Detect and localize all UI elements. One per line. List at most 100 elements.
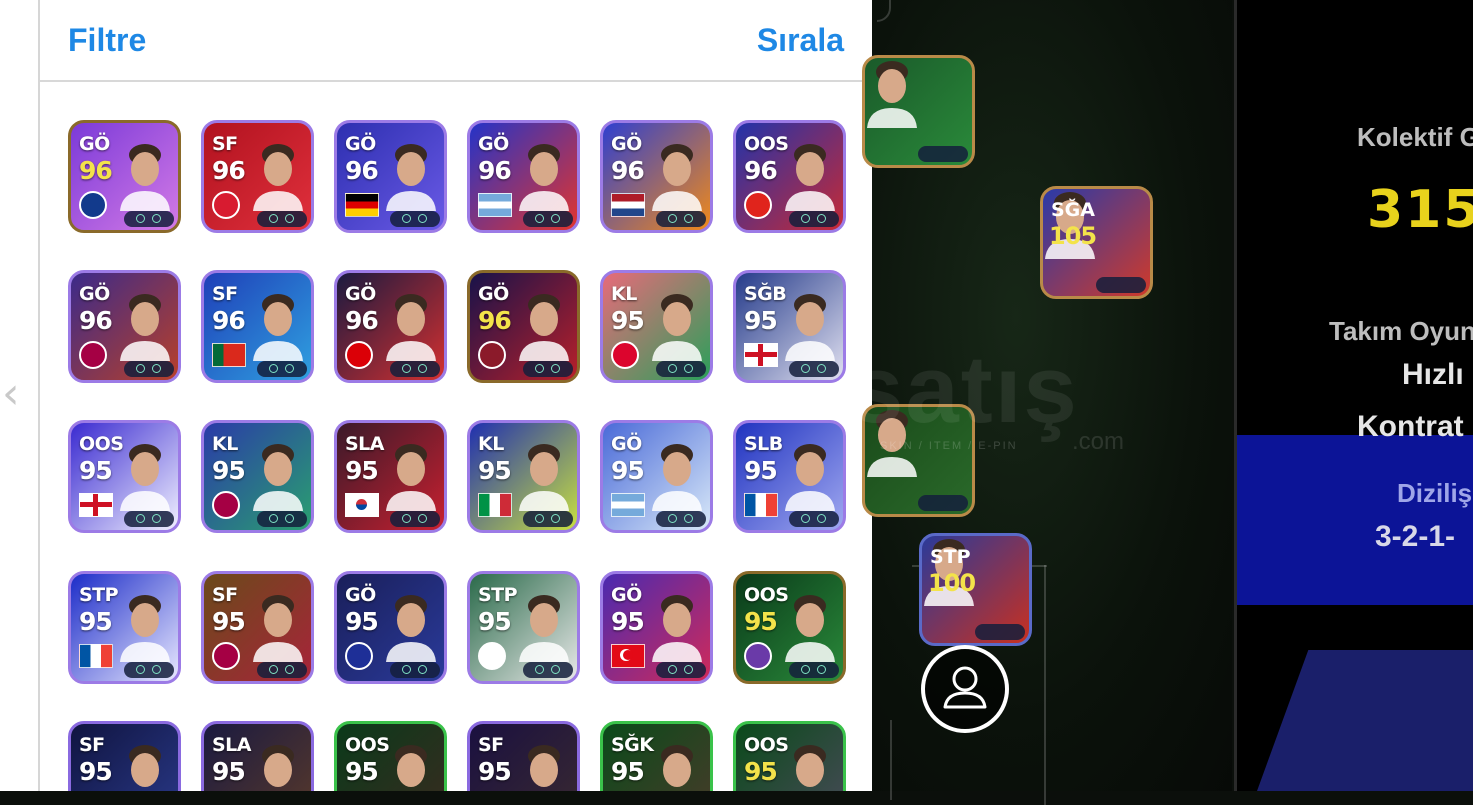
skill-tray (523, 211, 573, 227)
skill-tray (124, 211, 174, 227)
player-position: SF (212, 584, 238, 606)
player-card[interactable]: STP 95 (467, 571, 580, 684)
skill-dot-icon (801, 364, 810, 373)
watermark-subtitle: SKIN / ITEM / E-PIN (880, 440, 1018, 452)
player-card[interactable]: GÖ 96 (467, 120, 580, 233)
pitch-player-card[interactable] (862, 55, 975, 168)
sort-button[interactable]: Sırala (757, 22, 844, 59)
collective-value: 3154 (1367, 180, 1473, 240)
player-card[interactable]: OOS 95 (733, 721, 846, 791)
player-rating: 95 (79, 456, 113, 485)
player-rating: 96 (212, 306, 246, 335)
nation-flag-icon (79, 644, 113, 668)
pitch-player-card[interactable]: STP 100 (919, 533, 1032, 646)
club-badge-icon (212, 491, 240, 519)
back-arrow-icon[interactable]: ‹ (2, 372, 20, 416)
player-card[interactable]: KL 95 (467, 420, 580, 533)
player-card[interactable]: SLB 95 (733, 420, 846, 533)
skill-dot-icon (402, 514, 411, 523)
player-rating: 95 (478, 456, 512, 485)
skill-dot-icon (136, 514, 145, 523)
player-card[interactable]: GÖ 95 (600, 571, 713, 684)
player-position: GÖ (345, 133, 376, 155)
player-card[interactable]: SĞB 95 (733, 270, 846, 383)
skill-tray (124, 662, 174, 678)
player-portrait (652, 144, 702, 211)
skill-tray (257, 361, 307, 377)
skill-tray (656, 662, 706, 678)
player-card[interactable]: GÖ 96 (467, 270, 580, 383)
skill-tray (124, 361, 174, 377)
team-play-value: Hızlı (1402, 358, 1464, 391)
player-card[interactable]: SF 96 (201, 270, 314, 383)
player-card[interactable]: GÖ 96 (334, 270, 447, 383)
team-play-label: Takım Oyun (1329, 316, 1473, 346)
skill-dot-icon (551, 214, 560, 223)
skill-dot-icon (817, 364, 826, 373)
player-card[interactable]: SF 96 (201, 120, 314, 233)
skill-dot-icon (668, 364, 677, 373)
player-card[interactable]: STP 95 (68, 571, 181, 684)
player-card[interactable]: SĞK 95 (600, 721, 713, 791)
player-rating: 95 (212, 607, 246, 636)
pitch-player-card[interactable]: SĞA 105 (1040, 186, 1153, 299)
player-portrait (785, 294, 835, 361)
player-card[interactable]: GÖ 95 (600, 420, 713, 533)
skill-dot-icon (551, 665, 560, 674)
player-rating: 95 (79, 607, 113, 636)
player-card[interactable]: SF 95 (201, 571, 314, 684)
player-position: STP (930, 546, 971, 568)
skill-tray (918, 495, 968, 511)
player-position: GÖ (478, 133, 509, 155)
nation-flag-icon (478, 493, 512, 517)
player-card[interactable]: OOS 95 (334, 721, 447, 791)
skill-dot-icon (269, 514, 278, 523)
player-card[interactable]: SLA 95 (334, 420, 447, 533)
nation-flag-icon (212, 343, 246, 367)
player-position: SF (478, 734, 504, 756)
club-badge-icon (744, 642, 772, 670)
skill-tray (523, 662, 573, 678)
player-rating: 95 (478, 757, 512, 786)
nation-flag-icon (744, 343, 778, 367)
skill-dot-icon (402, 364, 411, 373)
player-portrait (652, 595, 702, 662)
skill-dot-icon (136, 665, 145, 674)
club-badge-icon (478, 341, 506, 369)
player-position: SLB (744, 433, 783, 455)
player-select-panel: Filtre Sırala GÖ 96 SF 96 GÖ 96 GÖ 96 GÖ 96 OOS 96 G… (38, 0, 872, 791)
skill-dot-icon (684, 514, 693, 523)
skill-dot-icon (535, 514, 544, 523)
player-rating: 96 (345, 306, 379, 335)
player-card[interactable]: OOS 96 (733, 120, 846, 233)
club-badge-icon (744, 191, 772, 219)
player-card[interactable]: GÖ 96 (68, 270, 181, 383)
player-card[interactable]: OOS 95 (68, 420, 181, 533)
player-card[interactable]: SF 95 (467, 721, 580, 791)
player-card[interactable]: OOS 95 (733, 571, 846, 684)
player-position: GÖ (611, 433, 642, 455)
player-card[interactable]: KL 95 (201, 420, 314, 533)
player-portrait (386, 595, 436, 662)
player-rating: 95 (611, 306, 645, 335)
player-card[interactable]: GÖ 96 (600, 120, 713, 233)
filter-button[interactable]: Filtre (68, 22, 146, 59)
skill-dot-icon (817, 214, 826, 223)
skill-dot-icon (285, 364, 294, 373)
player-card[interactable]: SLA 95 (201, 721, 314, 791)
player-card[interactable]: GÖ 96 (334, 120, 447, 233)
player-card[interactable]: KL 95 (600, 270, 713, 383)
player-rating: 96 (611, 156, 645, 185)
player-position: OOS (345, 734, 390, 756)
player-portrait (253, 595, 303, 662)
skill-dot-icon (535, 214, 544, 223)
player-card[interactable]: GÖ 95 (334, 571, 447, 684)
formation-label: Diziliş (1397, 478, 1473, 508)
skill-dot-icon (269, 214, 278, 223)
club-badge-icon (345, 341, 373, 369)
profile-button[interactable] (921, 645, 1009, 733)
player-card[interactable]: GÖ 96 (68, 120, 181, 233)
player-rating: 95 (744, 306, 778, 335)
player-position: SĞK (611, 734, 654, 756)
player-card[interactable]: SF 95 (68, 721, 181, 791)
